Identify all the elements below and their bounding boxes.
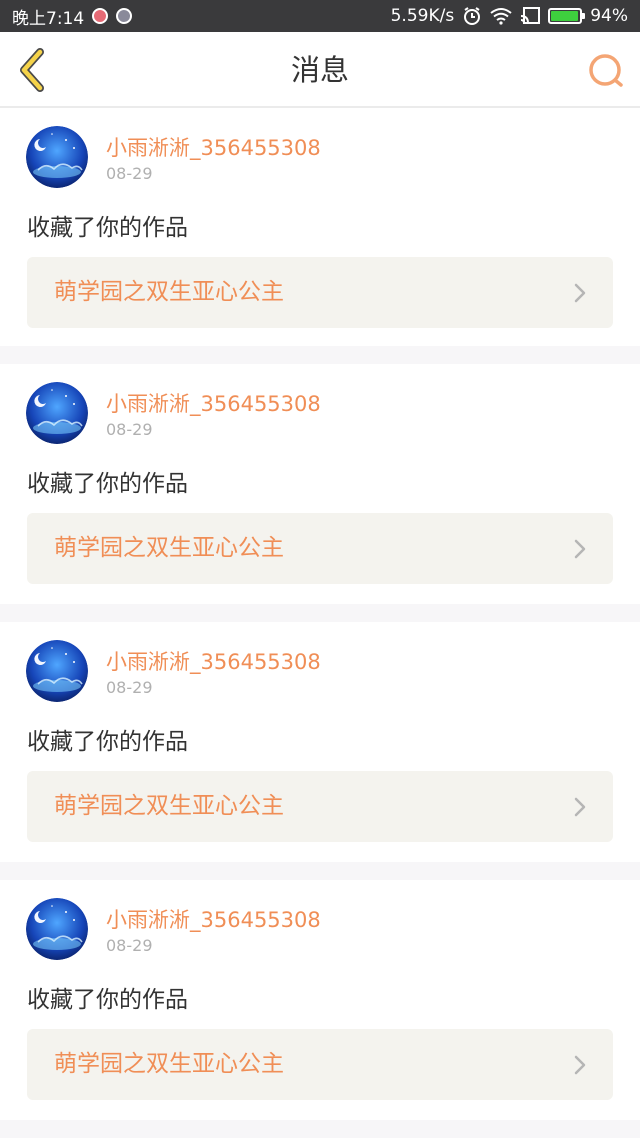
user-avatar[interactable] xyxy=(26,640,88,702)
chevron-right-icon xyxy=(574,283,586,303)
user-avatar[interactable] xyxy=(26,126,88,188)
username[interactable]: 小雨淅淅_356455308 xyxy=(106,646,321,676)
alarm-icon xyxy=(464,7,481,25)
network-speed: 5.59K/s xyxy=(390,6,455,26)
notification-icon xyxy=(116,8,133,24)
status-bar-left: 晚上7:14 xyxy=(12,4,133,29)
username[interactable]: 小雨淅淅_356455308 xyxy=(106,132,321,162)
chevron-right-icon xyxy=(574,797,586,817)
message-date: 08-29 xyxy=(106,678,153,697)
work-title: 萌学园之双生亚心公主 xyxy=(54,793,284,819)
username[interactable]: 小雨淅淅_356455308 xyxy=(106,904,321,934)
battery-percent: 94% xyxy=(590,6,628,26)
wifi-icon xyxy=(490,8,512,25)
message-card: 小雨淅淅_356455308 08-29 收藏了你的作品 萌学园之双生亚心公主 xyxy=(0,364,640,604)
work-link[interactable]: 萌学园之双生亚心公主 xyxy=(27,771,613,842)
message-list: 小雨淅淅_356455308 08-29 收藏了你的作品 萌学园之双生亚心公主 xyxy=(0,108,640,1138)
message-card: 小雨淅淅_356455308 08-29 收藏了你的作品 萌学园之双生亚心公主 xyxy=(0,880,640,1120)
battery-fill xyxy=(551,11,578,21)
status-time: 晚上7:14 xyxy=(12,8,85,29)
search-icon[interactable] xyxy=(586,52,626,92)
message-card: 小雨淅淅_356455308 08-29 收藏了你的作品 萌学园之双生亚心公主 xyxy=(0,622,640,862)
message-action-text: 收藏了你的作品 xyxy=(27,729,188,755)
message-date: 08-29 xyxy=(106,164,153,183)
chevron-right-icon xyxy=(574,1055,586,1075)
message-action-text: 收藏了你的作品 xyxy=(27,215,188,241)
status-bar: 晚上7:14 5.59K/s 94% xyxy=(0,0,640,32)
user-avatar[interactable] xyxy=(26,382,88,444)
work-link[interactable]: 萌学园之双生亚心公主 xyxy=(27,1029,613,1100)
work-link[interactable]: 萌学园之双生亚心公主 xyxy=(27,513,613,584)
message-date: 08-29 xyxy=(106,936,153,955)
chevron-right-icon xyxy=(574,539,586,559)
battery-icon xyxy=(548,8,586,24)
page-title: 消息 xyxy=(290,53,349,87)
work-link[interactable]: 萌学园之双生亚心公主 xyxy=(27,257,613,328)
message-date: 08-29 xyxy=(106,420,153,439)
username[interactable]: 小雨淅淅_356455308 xyxy=(106,388,321,418)
work-title: 萌学园之双生亚心公主 xyxy=(54,1051,284,1077)
user-avatar[interactable] xyxy=(26,898,88,960)
message-action-text: 收藏了你的作品 xyxy=(27,471,188,497)
message-action-text: 收藏了你的作品 xyxy=(27,987,188,1013)
work-title: 萌学园之双生亚心公主 xyxy=(54,535,284,561)
work-title: 萌学园之双生亚心公主 xyxy=(54,279,284,305)
notification-icon xyxy=(92,8,109,24)
app-header: 消息 xyxy=(0,32,640,108)
status-bar-right: 5.59K/s 94% xyxy=(391,6,628,26)
message-card: 小雨淅淅_356455308 08-29 收藏了你的作品 萌学园之双生亚心公主 xyxy=(0,108,640,346)
screen-cast-icon xyxy=(521,7,541,24)
